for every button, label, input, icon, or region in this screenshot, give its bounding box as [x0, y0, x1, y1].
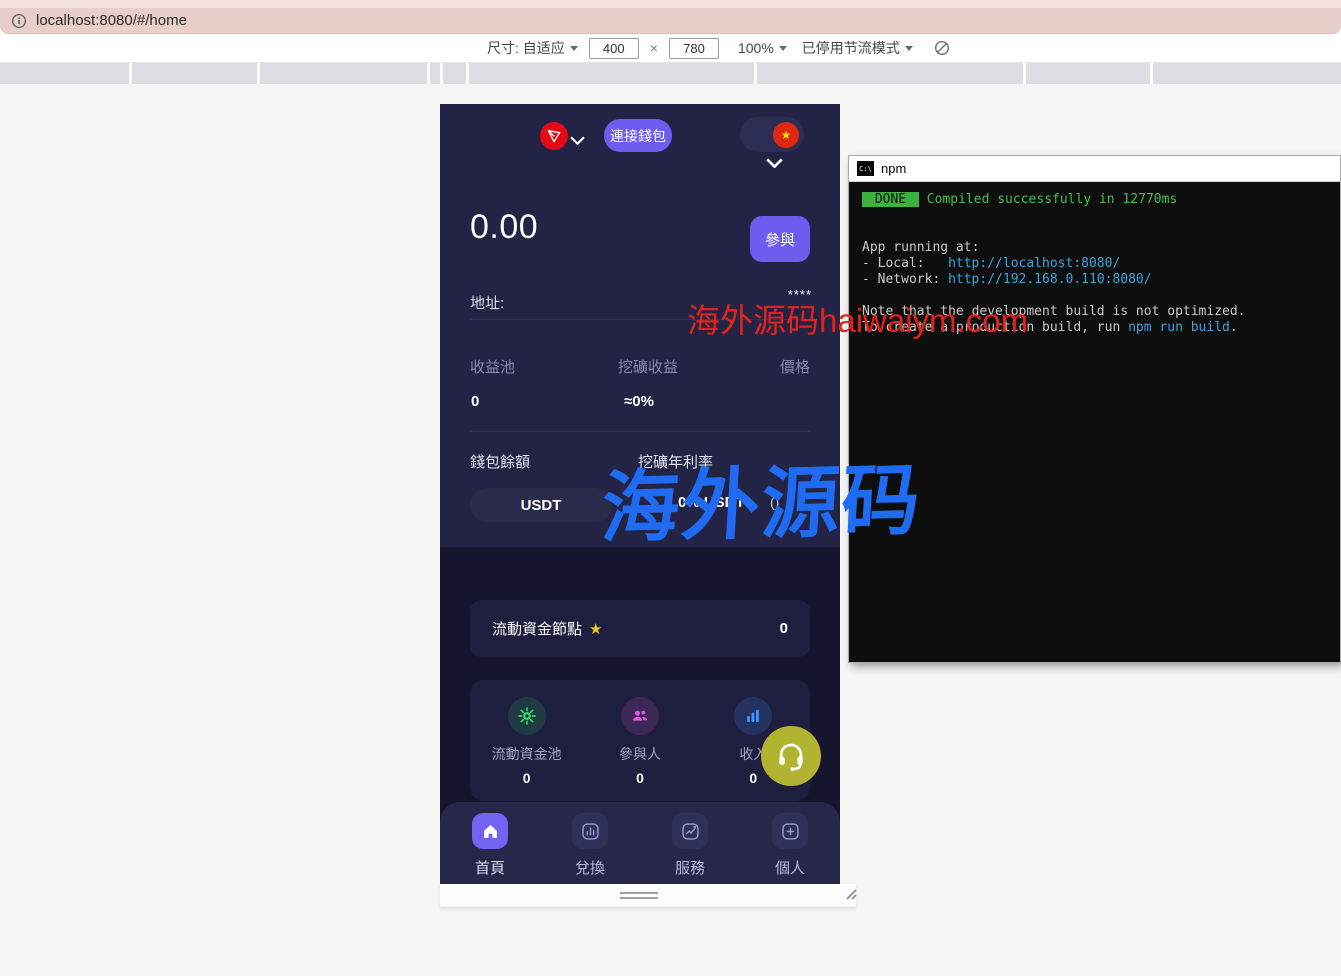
nav-label: 兌換 [540, 857, 640, 878]
bookmark-placeholder [0, 63, 129, 84]
stat-value: 0 [583, 770, 696, 786]
viewport-resize-handle[interactable] [620, 892, 658, 902]
node-card-label: 流動資金節點 [492, 618, 582, 639]
watermark-red-text: 海外源码haiwaiym.com [687, 294, 1028, 342]
terminal-titlebar[interactable]: C:\ npm [849, 156, 1340, 182]
address-bar[interactable]: localhost:8080/#/home [0, 8, 1341, 34]
chevron-down-icon [905, 46, 913, 51]
connect-wallet-button[interactable]: 連接錢包 [604, 119, 672, 152]
liquidity-node-card[interactable]: 流動資金節點 ★ 0 [470, 600, 810, 657]
watermark-blue-text: 海外源码 [599, 438, 926, 559]
stat-label: 參與人 [583, 744, 696, 764]
nav-label: 首頁 [440, 857, 540, 878]
chip-icon [508, 697, 546, 735]
pool-value: 0 [471, 393, 479, 410]
build-command: npm run build [1128, 320, 1230, 335]
profile-icon [772, 813, 808, 849]
bookmarks-row [0, 63, 1341, 84]
done-badge: DONE [862, 192, 919, 207]
lower-section: 流動資金節點 ★ 0 流動資金池 0 參與人 [440, 547, 840, 884]
address-label: 地址: [470, 292, 504, 313]
mining-label: 挖礦收益 [618, 356, 678, 377]
terminal-window: C:\ npm DONE Compiled successfully in 12… [848, 155, 1341, 663]
exchange-icon [572, 813, 608, 849]
bookmark-placeholder [1153, 63, 1341, 84]
divider [470, 431, 810, 432]
nav-item-exchange[interactable]: 兌換 [540, 802, 640, 884]
zoom-select[interactable]: 100% [738, 40, 787, 56]
viewport-width-input[interactable] [589, 38, 639, 59]
devtools-toolbar: 尺寸: 自适应 × 100% 已停用节流模式 [0, 34, 1341, 63]
terminal-title: npm [881, 161, 906, 176]
chevron-down-icon [779, 46, 787, 51]
pool-stats-card: 流動資金池 0 參與人 0 收入 0 [470, 680, 810, 801]
china-flag-icon: ★ [773, 122, 799, 148]
join-button[interactable]: 參與 [750, 216, 810, 262]
build-period: . [1230, 320, 1238, 335]
network-label: - Network: [862, 272, 948, 288]
local-url[interactable]: http://localhost:8080/ [948, 256, 1120, 271]
block-icon[interactable] [934, 40, 950, 56]
tron-logo[interactable] [540, 122, 568, 150]
bottom-navbar: 首頁 兌換 服務 個人 [440, 802, 840, 884]
bookmark-placeholder [757, 63, 1023, 84]
bookmark-placeholder [132, 63, 257, 84]
chevron-down-icon[interactable] [570, 132, 585, 150]
network-url[interactable]: http://192.168.0.110:8080/ [948, 272, 1152, 287]
home-icon [472, 813, 508, 849]
bookmark-placeholder [469, 63, 754, 84]
browser-top-strip [0, 0, 1341, 8]
bookmark-placeholder [260, 63, 427, 84]
info-icon[interactable] [11, 13, 27, 29]
url-text[interactable]: localhost:8080/#/home [36, 12, 187, 29]
viewport-height-input[interactable] [669, 38, 719, 59]
chevron-down-icon [570, 46, 578, 51]
language-selector[interactable]: ★ [740, 117, 804, 152]
nav-item-home[interactable]: 首頁 [440, 802, 540, 884]
nav-label: 個人 [740, 857, 840, 878]
price-label: 價格 [780, 356, 810, 377]
pool-label: 收益池 [470, 356, 515, 377]
device-size-label: 尺寸: 自适应 [487, 38, 565, 58]
zoom-value: 100% [738, 40, 774, 56]
app-running-line: App running at: [862, 240, 1327, 256]
stat-label: 流動資金池 [470, 744, 583, 764]
people-icon [621, 697, 659, 735]
bookmark-placeholder [1026, 63, 1150, 84]
bookmark-placeholder [430, 63, 440, 84]
throttle-select[interactable]: 已停用节流模式 [802, 38, 913, 58]
customer-service-button[interactable] [761, 726, 821, 786]
stat-participants: 參與人 0 [583, 680, 696, 801]
throttle-label: 已停用节流模式 [802, 38, 900, 58]
flag-star: ★ [781, 128, 792, 142]
stat-liquidity-pool: 流動資金池 0 [470, 680, 583, 801]
bookmark-placeholder [443, 63, 466, 84]
wallet-balance-label: 錢包餘額 [470, 451, 530, 472]
node-card-value: 0 [780, 620, 788, 637]
balance-amount: 0.00 [470, 208, 538, 247]
mining-value: ≈0% [624, 393, 654, 410]
chevron-down-icon[interactable] [766, 155, 783, 173]
service-icon [672, 813, 708, 849]
usdt-token-button[interactable]: USDT [470, 488, 612, 522]
bar-chart-icon [734, 697, 772, 735]
nav-label: 服務 [640, 857, 740, 878]
screen: localhost:8080/#/home 尺寸: 自适应 × 100% 已停用… [0, 0, 1341, 976]
compiled-text: Compiled successfully in 12770ms [919, 192, 1177, 207]
nav-item-service[interactable]: 服務 [640, 802, 740, 884]
cmd-icon: C:\ [857, 161, 874, 176]
star-icon: ★ [589, 620, 602, 638]
corner-resize-grip[interactable] [843, 886, 858, 906]
local-label: - Local: [862, 256, 948, 272]
nav-item-profile[interactable]: 個人 [740, 802, 840, 884]
stat-value: 0 [470, 770, 583, 786]
headset-icon [774, 739, 808, 773]
dimension-times-symbol: × [650, 40, 658, 56]
device-size-select[interactable]: 尺寸: 自适应 [487, 38, 578, 58]
